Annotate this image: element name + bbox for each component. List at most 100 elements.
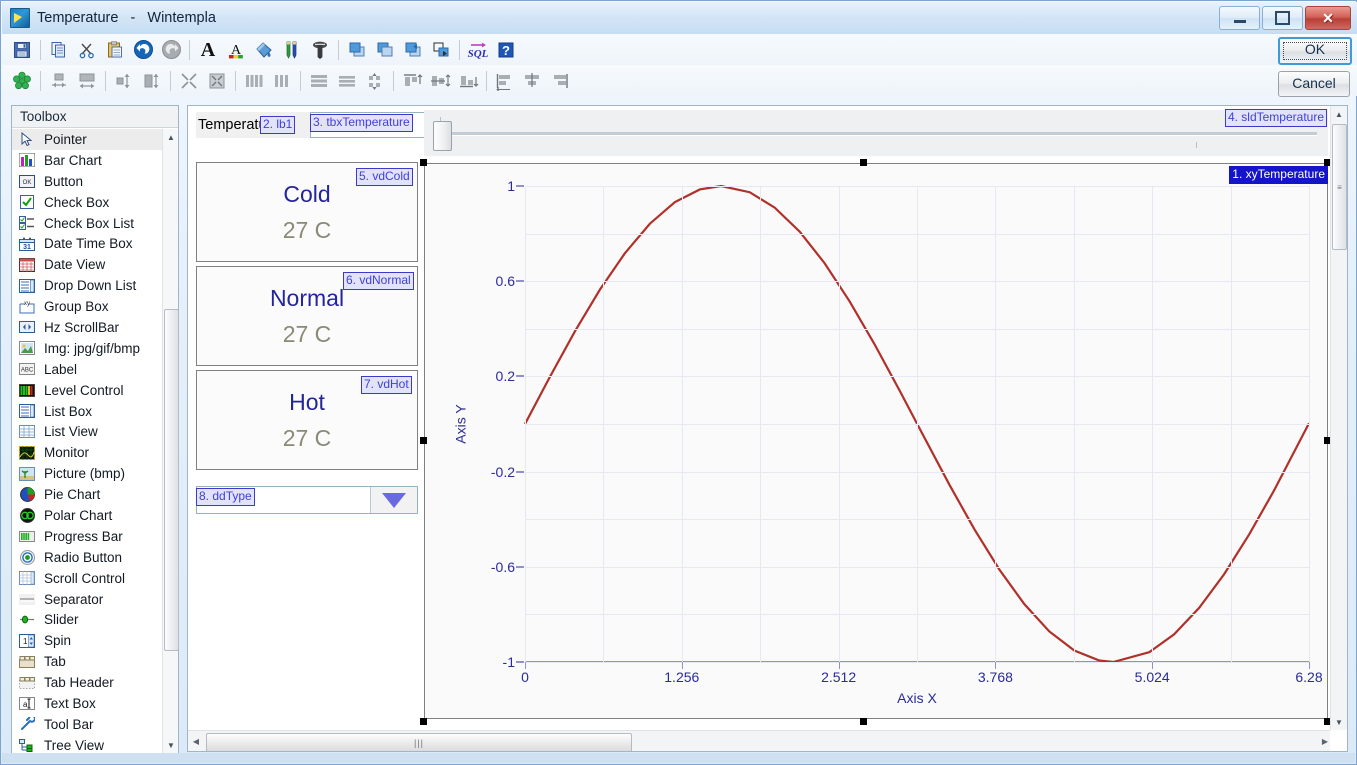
save-button[interactable]	[9, 37, 35, 63]
minimize-button[interactable]	[1219, 6, 1260, 30]
toolbox-item-monitor[interactable]: Monitor	[12, 442, 163, 463]
toolbox-item-tab[interactable]: Tab	[12, 651, 163, 672]
send-backward-button[interactable]	[428, 37, 454, 63]
toolbox-item-tool-bar[interactable]: Tool Bar	[12, 714, 163, 735]
ok-button[interactable]: OK	[1278, 37, 1352, 65]
scroll-up-icon[interactable]: ▲	[1331, 106, 1347, 122]
toolbox-item-slider[interactable]: Slider	[12, 609, 163, 630]
make-same-size-button[interactable]	[74, 68, 100, 94]
bring-to-front-button[interactable]	[344, 37, 370, 63]
scroll-down-icon[interactable]: ▼	[163, 737, 179, 753]
tag-ddType[interactable]: 8. ddType	[196, 488, 255, 506]
toolbox-item-separator[interactable]: Separator	[12, 589, 163, 610]
toolbox-item-drop-down-list[interactable]: Drop Down List	[12, 275, 163, 296]
toolbox-item-list-view[interactable]: List View	[12, 421, 163, 442]
selection-handle[interactable]	[1324, 718, 1330, 725]
align-tops-button[interactable]	[399, 68, 425, 94]
collapse-button[interactable]	[204, 68, 230, 94]
toolbox-item-img-jpg-gif-bmp[interactable]: Img: jpg/gif/bmp	[12, 338, 163, 359]
toolbox-item-tree-view[interactable]: Tree View	[12, 735, 163, 753]
size-to-grid-button[interactable]	[139, 68, 165, 94]
designer-vscrollbar[interactable]: ▲ ≡ ▼	[1330, 106, 1347, 730]
scroll-right-icon[interactable]: ▶	[1322, 737, 1328, 746]
toolbox-item-picture-bmp[interactable]: Picture (bmp)	[12, 463, 163, 484]
toolbox-item-level-control[interactable]: Level Control	[12, 380, 163, 401]
toolbox-item-progress-bar[interactable]: Progress Bar	[12, 526, 163, 547]
selection-handle[interactable]	[420, 437, 427, 444]
make-same-width-button[interactable]	[46, 68, 72, 94]
design-canvas[interactable]: Temperatu 2. lb1 3. tbxTemperature 4. sl…	[188, 106, 1330, 729]
increase-vertical-space-button[interactable]	[269, 68, 295, 94]
toolbox-item-hz-scrollbar[interactable]: Hz ScrollBar	[12, 317, 163, 338]
properties-button[interactable]	[307, 37, 333, 63]
dropdown-button[interactable]	[370, 487, 417, 513]
hscroll-thumb[interactable]: |||	[206, 733, 632, 751]
send-to-back-button[interactable]	[372, 37, 398, 63]
toolbox-item-pie-chart[interactable]: Pie Chart	[12, 484, 163, 505]
toolbox-item-pointer[interactable]: Pointer	[12, 129, 163, 150]
help-button[interactable]: ?	[493, 37, 519, 63]
align-rights-button[interactable]	[548, 68, 574, 94]
toolbox-item-text-box[interactable]: a Text Box	[12, 693, 163, 714]
toolbox-item-check-box-list[interactable]: Check Box List	[12, 213, 163, 234]
pen-color-button[interactable]	[279, 37, 305, 63]
tag-xyTemperature[interactable]: 1. xyTemperature	[1229, 166, 1328, 184]
toolbox-item-check-box[interactable]: Check Box	[12, 192, 163, 213]
toolbox-item-polar-chart[interactable]: Polar Chart	[12, 505, 163, 526]
space-horizontally-button[interactable]	[306, 68, 332, 94]
snap-button[interactable]	[9, 68, 35, 94]
tag-lb1[interactable]: 2. lb1	[260, 116, 296, 134]
remove-horizontal-space-button[interactable]	[334, 68, 360, 94]
design-label-lb1[interactable]: Temperatu	[196, 112, 316, 138]
toolbox-item-date-time-box[interactable]: 31 Date Time Box	[12, 233, 163, 254]
slider-thumb[interactable]	[433, 121, 452, 151]
make-same-height-button[interactable]	[111, 68, 137, 94]
scroll-left-icon[interactable]: ◀	[188, 737, 204, 746]
fill-color-button[interactable]	[251, 37, 277, 63]
toolbox-item-button[interactable]: OK Button	[12, 171, 163, 192]
scroll-down-icon[interactable]: ▼	[1331, 714, 1347, 730]
cut-button[interactable]	[74, 37, 100, 63]
toolbox-item-date-view[interactable]: Date View	[12, 254, 163, 275]
undo-button[interactable]	[130, 37, 156, 63]
tag-vdNormal[interactable]: 6. vdNormal	[343, 272, 414, 290]
designer-hscrollbar[interactable]: ◀ ||| ▶	[188, 730, 1330, 751]
toolbox-item-group-box[interactable]: xy Group Box	[12, 296, 163, 317]
font-button[interactable]: A	[195, 37, 221, 63]
align-centers-button[interactable]	[520, 68, 546, 94]
selection-handle[interactable]	[420, 159, 427, 166]
toolbox-item-bar-chart[interactable]: Bar Chart	[12, 150, 163, 171]
selection-handle[interactable]	[1324, 159, 1330, 166]
cancel-button[interactable]: Cancel	[1278, 71, 1350, 97]
toolbox-item-radio-button[interactable]: Radio Button	[12, 547, 163, 568]
tag-vdHot[interactable]: 7. vdHot	[361, 376, 412, 394]
toolbox-item-tab-header[interactable]: Tab Header	[12, 672, 163, 693]
shrink-button[interactable]	[176, 68, 202, 94]
paste-button[interactable]	[102, 37, 128, 63]
bring-forward-button[interactable]	[400, 37, 426, 63]
toolbox-item-list-box[interactable]: List Box	[12, 401, 163, 422]
copy-button[interactable]	[46, 37, 72, 63]
toolbox-item-spin[interactable]: 1 Spin	[12, 630, 163, 651]
align-bottoms-button[interactable]	[455, 68, 481, 94]
toolbox-scrollbar[interactable]: ▲ ▼	[162, 129, 179, 753]
selection-handle[interactable]	[1324, 437, 1330, 444]
toolbox-list[interactable]: Pointer Bar Chart OK Button Check Box Check B…	[12, 129, 163, 753]
center-in-grid-button[interactable]	[362, 68, 388, 94]
scroll-up-icon[interactable]: ▲	[163, 129, 179, 145]
align-middles-button[interactable]	[427, 68, 453, 94]
selection-handle[interactable]	[420, 718, 427, 725]
align-lefts-button[interactable]	[492, 68, 518, 94]
tag-sldTemperature[interactable]: 4. sldTemperature	[1224, 109, 1327, 127]
design-slider-sldTemperature[interactable]	[424, 110, 1328, 156]
toolbox-scroll-thumb[interactable]	[164, 309, 179, 651]
close-button[interactable]: ✕	[1305, 6, 1351, 30]
font-color-button[interactable]: A	[223, 37, 249, 63]
tag-vdCold[interactable]: 5. vdCold	[356, 168, 413, 186]
sql-button[interactable]: SQL	[465, 37, 491, 63]
toolbox-item-scroll-control[interactable]: Scroll Control	[12, 568, 163, 589]
tag-tbxTemperature[interactable]: 3. tbxTemperature	[310, 114, 413, 132]
selection-handle[interactable]	[860, 159, 867, 166]
design-chart-xyTemperature[interactable]: Axis Y Axis X 1 0.6 0.2 -0.2 -0.6 -1 0 1.256 2.5…	[424, 163, 1328, 719]
toolbox-item-label[interactable]: ABC Label	[12, 359, 163, 380]
